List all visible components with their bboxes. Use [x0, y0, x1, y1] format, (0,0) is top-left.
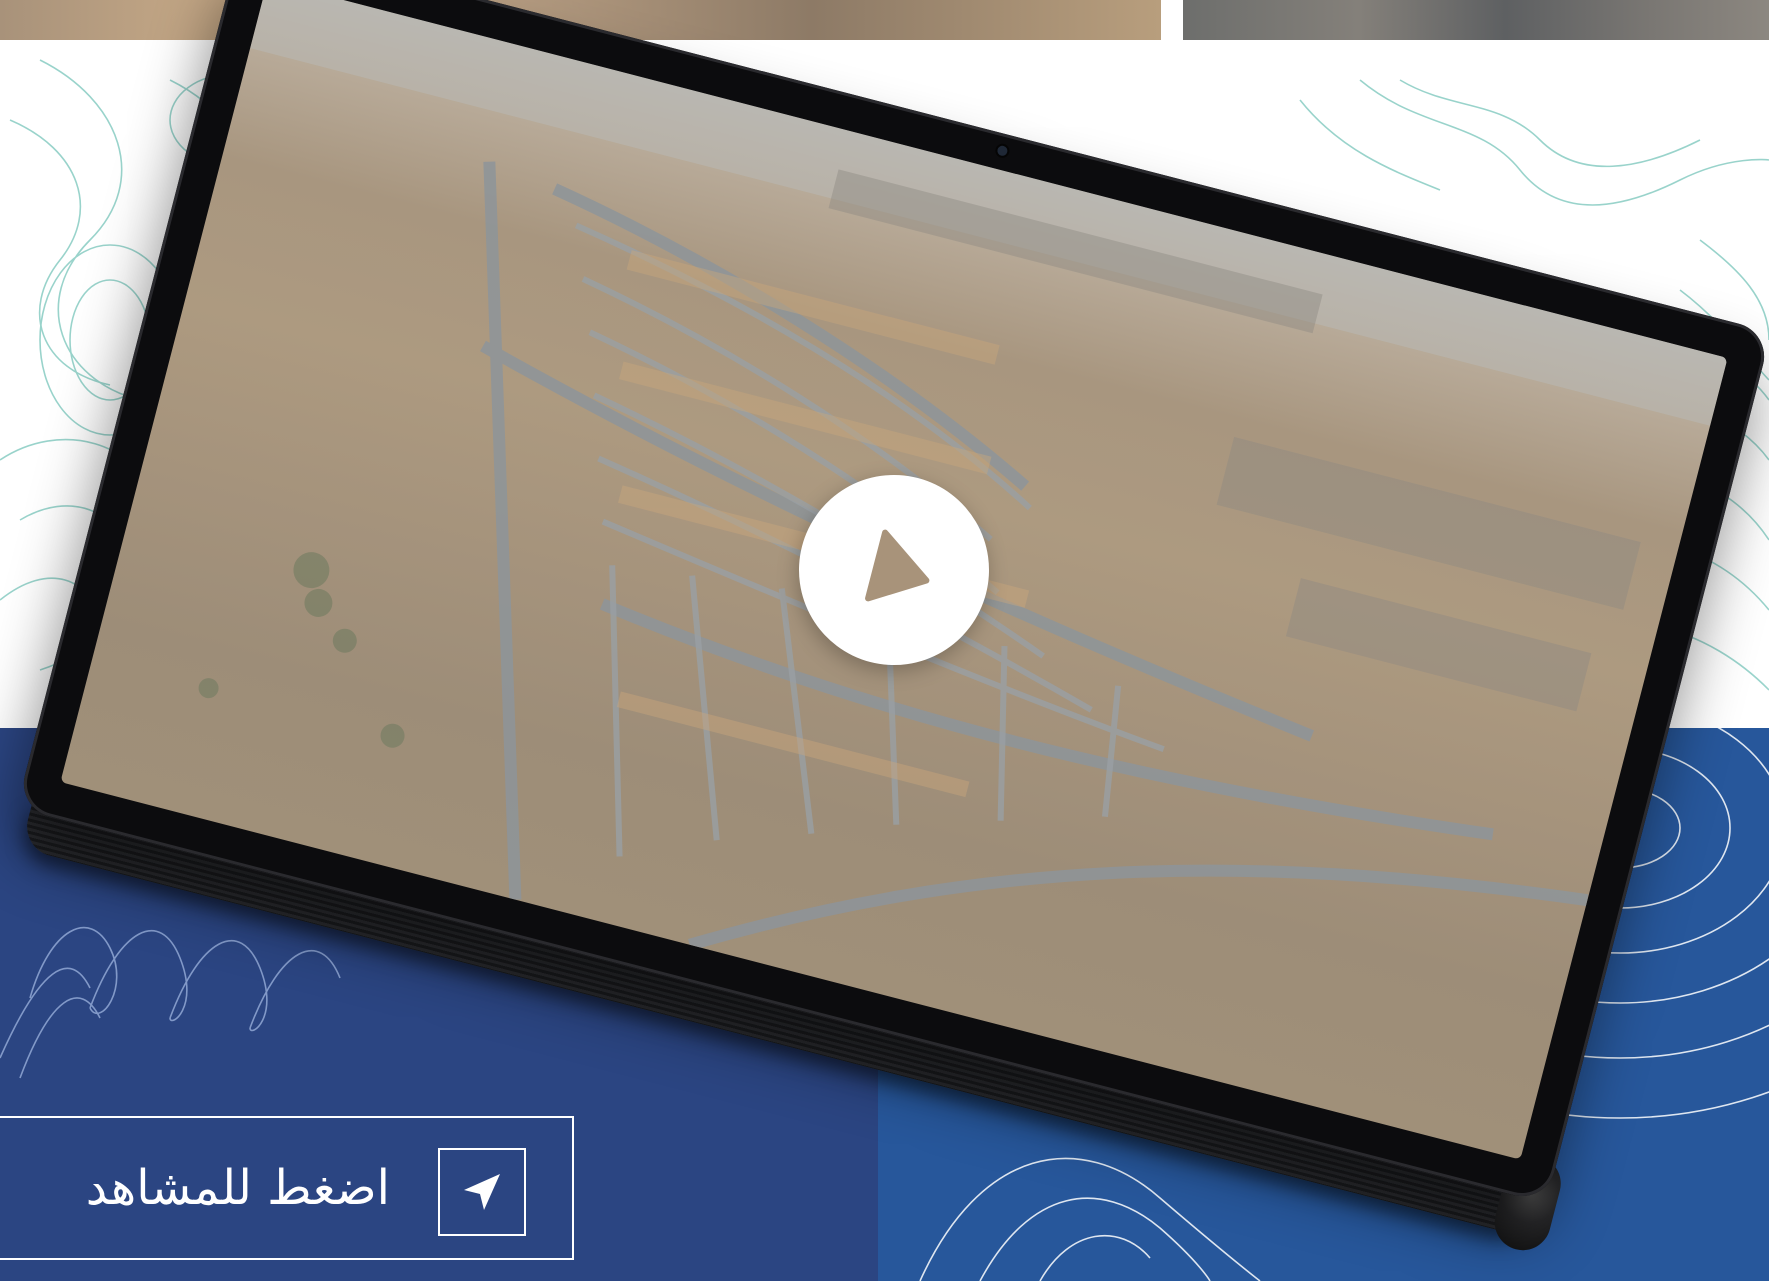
- play-icon: [865, 529, 930, 602]
- watch-cta-label: اضغط للمشاهد: [85, 1160, 390, 1216]
- navigation-arrow-icon: [464, 1174, 500, 1210]
- page: اضغط للمشاهد: [0, 0, 1769, 1281]
- watch-cta-button[interactable]: اضغط للمشاهد: [0, 1116, 574, 1260]
- top-photo-right[interactable]: [1183, 0, 1769, 40]
- camera-icon: [996, 144, 1009, 157]
- cta-icon-frame: [438, 1148, 526, 1236]
